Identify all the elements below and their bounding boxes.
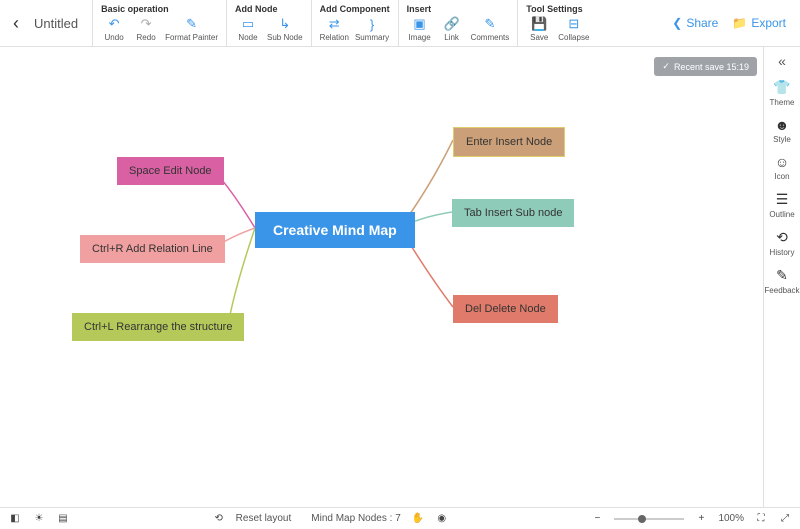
outline-icon: ☰	[776, 191, 789, 208]
node-sub[interactable]: Tab Insert Sub node	[452, 199, 574, 227]
comments-label: Comments	[471, 33, 510, 42]
share-button[interactable]: ❮ Share	[672, 16, 718, 30]
back-button[interactable]: ‹	[8, 0, 24, 46]
export-button[interactable]: 📁 Export	[732, 16, 786, 30]
toolbar-group-add-component: Add Component⇄Relation}Summary	[311, 0, 398, 46]
toolbar-group-title: Basic operation	[101, 4, 218, 14]
node-delete[interactable]: Del Delete Node	[453, 295, 558, 323]
summary-icon: }	[364, 16, 380, 32]
document-title[interactable]: Untitled	[24, 0, 92, 46]
toolbar-group-basic-operation: Basic operation↶Undo↷Redo✎Format Painter	[92, 0, 226, 46]
zoom-out-button[interactable]: −	[590, 513, 604, 524]
collapse-panel-button[interactable]: «	[778, 53, 786, 69]
summary-button[interactable]: }Summary	[355, 16, 389, 42]
format-painter-label: Format Painter	[165, 33, 218, 42]
node-insert[interactable]: Enter Insert Node	[453, 127, 565, 157]
center-node[interactable]: Creative Mind Map	[255, 212, 415, 248]
toolbar-group-title: Add Component	[320, 4, 390, 14]
hand-icon[interactable]: ✋	[411, 513, 425, 524]
reset-layout-icon[interactable]: ⟲	[212, 513, 226, 524]
feedback-icon: ✎	[776, 267, 788, 284]
relation-icon: ⇄	[326, 16, 342, 32]
node-rearrange[interactable]: Ctrl+L Rearrange the structure	[72, 313, 244, 341]
sub-node-icon: ↳	[277, 16, 293, 32]
node-space[interactable]: Space Edit Node	[117, 157, 224, 185]
save-icon: 💾	[531, 16, 547, 32]
save-label: Save	[530, 33, 548, 42]
redo-label: Redo	[137, 33, 156, 42]
undo-label: Undo	[105, 33, 124, 42]
toolbar-group-tool-settings: Tool Settings💾Save⊟Collapse	[517, 0, 597, 46]
rpanel-feedback-button[interactable]: ✎ Feedback	[764, 267, 799, 295]
icon-label: Icon	[774, 172, 789, 181]
bottom-bar: ◧ ☀ ▤ ⟲ Reset layout Mind Map Nodes : 7 …	[0, 507, 800, 529]
link-button[interactable]: 🔗Link	[439, 16, 465, 42]
style-icon: ☻	[775, 117, 790, 133]
fit-screen-icon[interactable]: ⛶	[754, 513, 768, 524]
rpanel-theme-button[interactable]: 👕 Theme	[770, 79, 795, 107]
zoom-value: 100%	[718, 513, 744, 524]
feedback-label: Feedback	[764, 286, 799, 295]
image-icon: ▣	[412, 16, 428, 32]
nodes-count-label: Mind Map Nodes : 7	[311, 513, 401, 524]
collapse-label: Collapse	[558, 33, 589, 42]
toolbar-group-title: Add Node	[235, 4, 303, 14]
node-icon: ▭	[240, 16, 256, 32]
toolbar-group-insert: Insert▣Image🔗Link✎Comments	[398, 0, 518, 46]
history-label: History	[770, 248, 795, 257]
node-button[interactable]: ▭Node	[235, 16, 261, 42]
theme-label: Theme	[770, 98, 795, 107]
redo-button[interactable]: ↷Redo	[133, 16, 159, 42]
toolbar-group-add-node: Add Node▭Node↳Sub Node	[226, 0, 311, 46]
rpanel-outline-button[interactable]: ☰ Outline	[769, 191, 794, 219]
undo-button[interactable]: ↶Undo	[101, 16, 127, 42]
image-button[interactable]: ▣Image	[407, 16, 433, 42]
toolbar-group-title: Tool Settings	[526, 4, 589, 14]
sub-node-button[interactable]: ↳Sub Node	[267, 16, 303, 42]
format-painter-icon: ✎	[184, 16, 200, 32]
export-icon: 📁	[732, 16, 747, 30]
theme-toggle-icon[interactable]: ◧	[8, 513, 22, 524]
theme-icon: 👕	[773, 79, 790, 96]
undo-icon: ↶	[106, 16, 122, 32]
sub-node-label: Sub Node	[267, 33, 303, 42]
brightness-icon[interactable]: ☀	[32, 513, 46, 524]
mindmap-connectors	[0, 47, 763, 507]
mindmap-canvas[interactable]: ✓ Recent save 15:19 Creative Mind Map En…	[0, 47, 763, 507]
comments-button[interactable]: ✎Comments	[471, 16, 510, 42]
rpanel-icon-button[interactable]: ☺ Icon	[774, 154, 789, 181]
node-relation[interactable]: Ctrl+R Add Relation Line	[80, 235, 225, 263]
reset-layout-button[interactable]: Reset layout	[236, 513, 292, 524]
rpanel-history-button[interactable]: ⟲ History	[770, 229, 795, 257]
zoom-in-button[interactable]: +	[694, 513, 708, 524]
comments-icon: ✎	[482, 16, 498, 32]
icon-icon: ☺	[775, 154, 789, 170]
outline-label: Outline	[769, 210, 794, 219]
share-icon: ❮	[672, 16, 682, 30]
link-icon: 🔗	[444, 16, 460, 32]
collapse-button[interactable]: ⊟Collapse	[558, 16, 589, 42]
link-label: Link	[444, 33, 459, 42]
save-button[interactable]: 💾Save	[526, 16, 552, 42]
zoom-slider[interactable]	[614, 518, 684, 520]
toolbar-group-title: Insert	[407, 4, 510, 14]
style-label: Style	[773, 135, 791, 144]
summary-label: Summary	[355, 33, 389, 42]
right-panel: « 👕 Theme ☻ Style ☺ Icon ☰ Outline ⟲ History ✎ Feed…	[763, 47, 800, 507]
redo-icon: ↷	[138, 16, 154, 32]
image-label: Image	[408, 33, 430, 42]
history-icon: ⟲	[776, 229, 788, 246]
eye-icon[interactable]: ◉	[435, 513, 449, 524]
rpanel-style-button[interactable]: ☻ Style	[773, 117, 791, 144]
top-toolbar: ‹ Untitled Basic operation↶Undo↷Redo✎For…	[0, 0, 800, 47]
relation-button[interactable]: ⇄Relation	[320, 16, 349, 42]
fullscreen-icon[interactable]: ⤢	[778, 513, 792, 524]
collapse-icon: ⊟	[566, 16, 582, 32]
relation-label: Relation	[320, 33, 349, 42]
node-label: Node	[238, 33, 257, 42]
view-mode-icon[interactable]: ▤	[56, 513, 70, 524]
format-painter-button[interactable]: ✎Format Painter	[165, 16, 218, 42]
